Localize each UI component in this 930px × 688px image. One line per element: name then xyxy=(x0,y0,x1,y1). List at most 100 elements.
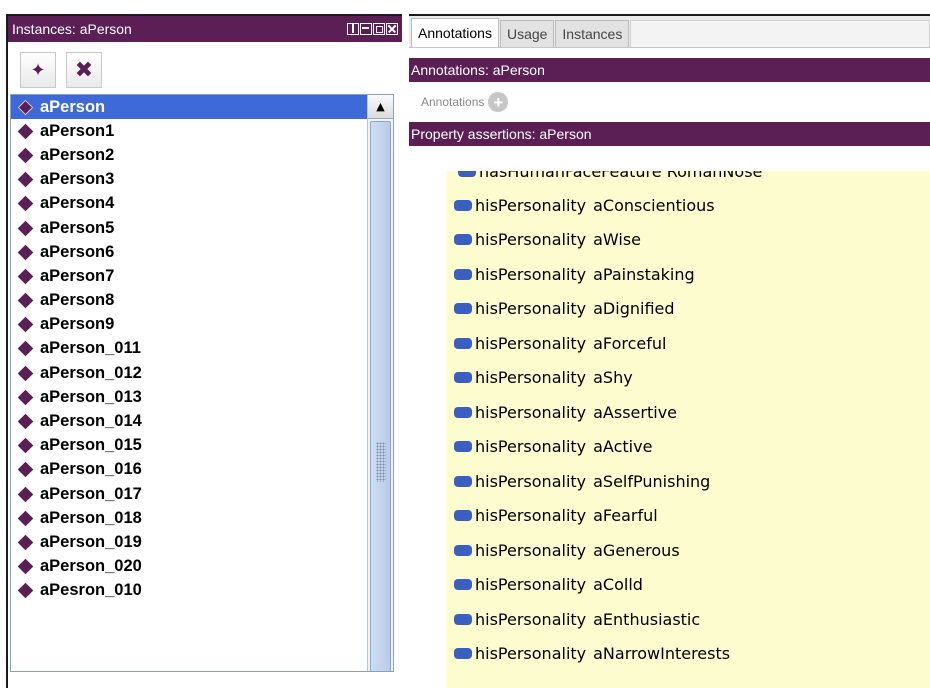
individual-icon xyxy=(17,99,34,115)
property-value: aColld xyxy=(593,575,643,595)
property-assertion-row[interactable]: hisPersonality aDignified xyxy=(446,292,930,327)
object-property-icon xyxy=(454,406,472,418)
property-assertion-row[interactable]: hisPersonality aGenerous xyxy=(446,533,930,568)
individuals-list-container: aPerson aPerson1 aPerson2 aPerson3 aPerson4 a… xyxy=(10,94,394,672)
list-item[interactable]: aPerson5 xyxy=(11,216,367,240)
individual-label: aPerson6 xyxy=(40,242,115,261)
list-item[interactable]: aPerson_020 xyxy=(11,555,367,579)
property-assertion-row[interactable]: hisPersonality aSelfPunishing xyxy=(446,464,930,499)
object-property-icon xyxy=(454,544,472,556)
list-item[interactable]: aPerson9 xyxy=(11,313,367,337)
list-item[interactable]: aPerson2 xyxy=(11,143,367,167)
individual-label: aPesron_010 xyxy=(40,581,142,600)
tab-usage[interactable]: Usage xyxy=(499,20,555,47)
list-item[interactable]: aPerson_013 xyxy=(11,385,367,409)
delete-individual-button[interactable]: ✖ xyxy=(66,52,102,88)
property-assertion-row[interactable]: hisPersonality aAssertive xyxy=(446,395,930,430)
individuals-scrollbar[interactable]: ▲ xyxy=(367,95,393,671)
property-assertion-row[interactable]: hisPersonality aEnthusiastic xyxy=(446,602,930,637)
list-item[interactable]: aPerson xyxy=(11,95,367,120)
property-value: aForceful xyxy=(593,333,667,353)
property-assertion-row[interactable]: hisPersonality aWise xyxy=(446,223,930,258)
property-assertion-row[interactable]: hisPersonality aConscientious xyxy=(446,188,930,223)
annotations-label: Annotations xyxy=(421,95,485,109)
individual-icon xyxy=(17,317,34,333)
property-assertion-row[interactable]: hisPersonality aActive xyxy=(446,430,930,465)
list-item[interactable]: aPerson1 xyxy=(11,119,367,143)
scroll-thumb[interactable] xyxy=(370,121,391,671)
property-name: hisPersonality xyxy=(475,299,587,319)
object-property-icon xyxy=(454,579,472,591)
scroll-grip-icon xyxy=(376,442,386,482)
property-name: hisPersonality xyxy=(475,644,587,664)
individual-label: aPerson1 xyxy=(40,121,115,140)
object-property-icon xyxy=(454,613,472,625)
add-annotation-icon[interactable]: + xyxy=(488,92,509,112)
property-assertions-list: hasHumanFaceFeature RomanNose hisPersona… xyxy=(446,171,930,688)
list-item[interactable]: aPerson4 xyxy=(11,192,367,216)
list-item[interactable]: aPerson_015 xyxy=(11,434,367,458)
list-item[interactable]: aPerson3 xyxy=(11,168,367,192)
list-item[interactable]: aPerson_014 xyxy=(11,409,367,433)
property-name: hisPersonality xyxy=(475,471,587,491)
individual-label: aPerson xyxy=(40,97,106,116)
minimize-icon[interactable] xyxy=(360,23,372,35)
list-item[interactable]: aPerson8 xyxy=(11,289,367,313)
individual-label: aPerson_017 xyxy=(40,484,142,503)
list-item[interactable]: aPerson6 xyxy=(11,240,367,264)
property-value: aActive xyxy=(593,437,653,457)
individual-icon xyxy=(17,171,34,188)
property-name: hisPersonality xyxy=(475,230,587,250)
object-property-icon xyxy=(454,441,472,453)
individual-label: aPerson3 xyxy=(40,170,115,189)
maximize-icon[interactable] xyxy=(373,23,385,35)
individual-label: aPerson_015 xyxy=(40,436,142,455)
individual-label: aPerson5 xyxy=(40,218,115,237)
individual-icon xyxy=(17,558,34,575)
property-value: aShy xyxy=(593,368,633,388)
list-item[interactable]: aPerson_018 xyxy=(11,506,367,530)
list-item[interactable]: aPesron_010 xyxy=(11,579,367,603)
list-item[interactable]: aPerson_019 xyxy=(11,530,367,554)
property-name: hisPersonality xyxy=(475,264,587,284)
property-assertions-header: Property assertions: aPerson xyxy=(409,122,930,146)
add-individual-button[interactable]: ✦ xyxy=(20,52,56,88)
individual-label: aPerson4 xyxy=(40,194,115,213)
property-assertion-row[interactable]: hisPersonality aFearful xyxy=(446,499,930,534)
close-icon[interactable] xyxy=(386,23,398,35)
list-item[interactable]: aPerson_012 xyxy=(11,361,367,385)
view-options-icon[interactable] xyxy=(347,23,359,35)
individual-label: aPerson_014 xyxy=(40,412,142,431)
scroll-up-button[interactable]: ▲ xyxy=(368,95,393,119)
property-assertion-row[interactable]: hisPersonality aNarrowInterests xyxy=(446,637,930,672)
list-item[interactable]: aPerson_011 xyxy=(11,337,367,361)
property-value: aDignified xyxy=(593,299,675,319)
list-item[interactable]: aPerson_016 xyxy=(11,458,367,482)
instances-toolbar: ✦ ✖ xyxy=(8,42,402,98)
individual-details-panel: Annotations Usage Instances Annotations:… xyxy=(409,14,930,688)
individual-icon xyxy=(17,268,34,285)
individual-icon xyxy=(17,292,34,309)
individual-icon xyxy=(17,534,34,551)
property-assertion-row[interactable]: hisPersonality aForceful xyxy=(446,326,930,361)
individual-icon xyxy=(17,486,34,502)
list-item[interactable]: aPerson_017 xyxy=(11,482,367,506)
individual-icon xyxy=(17,437,34,454)
individual-icon xyxy=(17,413,34,430)
individual-label: aPerson_011 xyxy=(40,339,141,358)
property-name: hisPersonality xyxy=(475,437,587,457)
property-assertion-row[interactable]: hisPersonality aPainstaking xyxy=(446,257,930,292)
property-assertion-row[interactable]: hisPersonality aShy xyxy=(446,361,930,396)
tab-instances[interactable]: Instances xyxy=(555,20,630,47)
property-value: aNarrowInterests xyxy=(593,644,731,664)
partial-assertion-row[interactable]: hasHumanFaceFeature RomanNose xyxy=(446,171,762,181)
tab-annotations[interactable]: Annotations xyxy=(411,18,499,47)
property-assertion-row[interactable]: hisPersonality aColld xyxy=(446,568,930,603)
list-item[interactable]: aPerson7 xyxy=(11,264,367,288)
instances-panel-header: Instances: aPerson xyxy=(8,16,402,42)
individual-icon xyxy=(17,462,34,478)
individual-icon xyxy=(17,583,34,599)
object-property-icon xyxy=(454,372,472,384)
property-value: aConscientious xyxy=(593,195,715,215)
property-value: aWise xyxy=(593,230,642,250)
